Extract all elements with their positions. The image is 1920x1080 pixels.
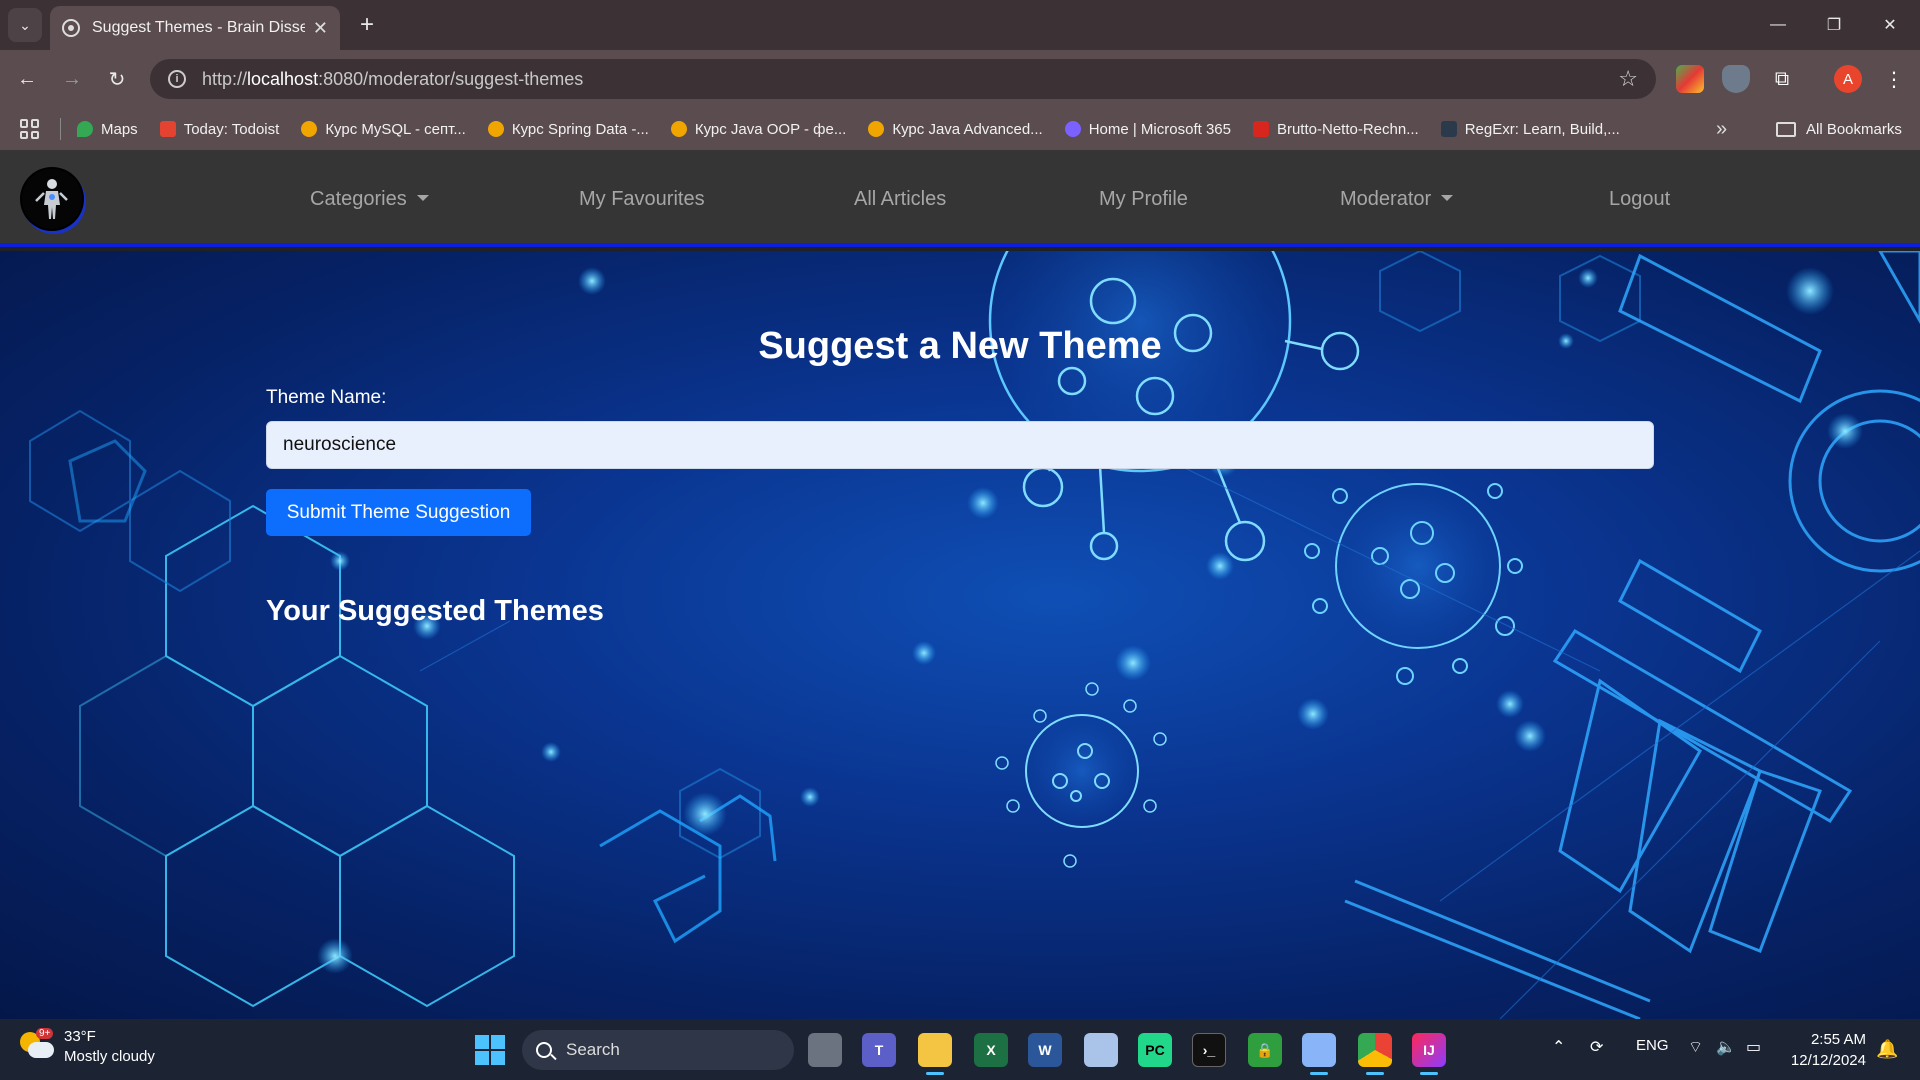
- site-info-icon[interactable]: i: [168, 70, 186, 88]
- url-scheme: http://: [202, 68, 248, 89]
- extensions-puzzle-icon[interactable]: ⧉: [1768, 65, 1796, 93]
- terminal-icon[interactable]: ›_: [1192, 1033, 1226, 1067]
- show-hidden-icons-chevron-icon[interactable]: ⌃: [1552, 1037, 1565, 1057]
- softuni-icon: [868, 121, 885, 137]
- system-clock[interactable]: 2:55 AM 12/12/2024: [1786, 1029, 1866, 1071]
- more-bookmarks-icon[interactable]: »: [1716, 118, 1727, 141]
- softuni-icon: [670, 121, 687, 137]
- wifi-icon[interactable]: ⌔: [1688, 1037, 1703, 1057]
- browser-menu-icon[interactable]: ⋮: [1880, 65, 1908, 93]
- extension-icon[interactable]: [1676, 65, 1704, 93]
- suggested-themes-heading: Your Suggested Themes: [266, 595, 604, 627]
- windows-taskbar: 9+ 33°F Mostly cloudy Search T X W PC ›_…: [0, 1019, 1920, 1080]
- task-view-icon[interactable]: [808, 1033, 842, 1067]
- reload-button[interactable]: ↻: [100, 62, 134, 96]
- bookmark-star-icon[interactable]: ☆: [1618, 66, 1638, 92]
- volume-icon[interactable]: 🔈: [1716, 1037, 1736, 1057]
- url-host: localhost: [247, 68, 319, 89]
- submit-theme-button[interactable]: Submit Theme Suggestion: [266, 489, 531, 536]
- bookmark-regexr[interactable]: RegExr: Learn, Build,...: [1440, 121, 1620, 138]
- close-window-button[interactable]: ✕: [1862, 0, 1918, 50]
- caret-down-icon: [1441, 195, 1454, 201]
- clock-date: 12/12/2024: [1790, 1052, 1866, 1069]
- nav-my-favourites[interactable]: My Favourites: [579, 188, 705, 211]
- browser-tab-bar: ⌄ Suggest Themes - Brain Dissect ✕ + — ❐…: [0, 0, 1920, 50]
- bookmark-brutto-netto[interactable]: Brutto-Netto-Rechn...: [1252, 121, 1419, 138]
- notepad-icon[interactable]: [1302, 1033, 1336, 1075]
- bookmark-microsoft-365[interactable]: Home | Microsoft 365: [1064, 121, 1231, 138]
- notification-bell-icon[interactable]: 🔔: [1876, 1039, 1898, 1060]
- sync-icon[interactable]: ⟳: [1590, 1037, 1603, 1057]
- excel-icon[interactable]: X: [974, 1033, 1008, 1067]
- page-title: Suggest a New Theme: [758, 325, 1162, 367]
- url-path: :8080/moderator/suggest-themes: [318, 68, 584, 89]
- folder-icon: [1776, 121, 1796, 137]
- restore-button[interactable]: ❐: [1806, 0, 1862, 50]
- brutto-netto-icon: [1252, 121, 1269, 137]
- caret-down-icon: [416, 195, 429, 201]
- apps-grid-icon[interactable]: [20, 119, 40, 139]
- tab-title: Suggest Themes - Brain Dissect: [92, 19, 305, 36]
- brain-figure-logo-icon: [22, 169, 82, 229]
- back-button[interactable]: ←: [10, 62, 44, 96]
- intellij-icon[interactable]: IJ: [1412, 1033, 1446, 1075]
- softuni-icon: [487, 121, 504, 137]
- file-explorer-icon[interactable]: [918, 1033, 952, 1075]
- all-bookmarks-button[interactable]: All Bookmarks: [1776, 121, 1902, 138]
- softuni-icon: [301, 121, 318, 137]
- theme-name-label: Theme Name:: [266, 387, 387, 408]
- site-logo[interactable]: [20, 167, 84, 231]
- battery-icon[interactable]: ▭: [1746, 1037, 1761, 1057]
- bookmark-maps[interactable]: Maps: [77, 121, 138, 138]
- theme-name-input[interactable]: [266, 421, 1654, 469]
- photos-icon[interactable]: [1084, 1033, 1118, 1067]
- tab-close-icon[interactable]: ✕: [313, 18, 328, 39]
- bookmarks-separator: [60, 118, 61, 140]
- regexr-icon: [1440, 121, 1457, 137]
- minimize-button[interactable]: —: [1750, 0, 1806, 50]
- bookmark-spring-data[interactable]: Курс Spring Data -...: [487, 121, 649, 138]
- todoist-icon: [159, 121, 176, 137]
- tab-search-button[interactable]: ⌄: [8, 8, 42, 42]
- teams-icon[interactable]: T: [862, 1033, 896, 1067]
- taskbar-search[interactable]: Search: [522, 1030, 794, 1070]
- browser-toolbar: ← → ↻ i http://localhost:8080/moderator/…: [0, 50, 1920, 108]
- lock-app-icon[interactable]: 🔒: [1248, 1033, 1282, 1067]
- new-tab-button[interactable]: +: [352, 10, 382, 40]
- site-navbar: Categories My Favourites All Articles My…: [0, 150, 1920, 247]
- browser-tab-active[interactable]: Suggest Themes - Brain Dissect ✕: [50, 6, 340, 50]
- profile-avatar[interactable]: A: [1834, 65, 1862, 93]
- maps-icon: [77, 121, 93, 137]
- bookmark-mysql[interactable]: Курс MySQL - септ...: [301, 121, 466, 138]
- weather-widget[interactable]: 9+ 33°F Mostly cloudy: [20, 1027, 155, 1067]
- weather-badge: 9+: [36, 1028, 54, 1039]
- nav-logout[interactable]: Logout: [1609, 188, 1670, 211]
- windows-start-icon[interactable]: [475, 1035, 505, 1065]
- forward-button[interactable]: →: [55, 62, 89, 96]
- site-favicon-icon: [62, 19, 80, 37]
- nav-moderator-dropdown[interactable]: Moderator: [1340, 188, 1454, 211]
- microsoft-365-icon: [1064, 121, 1081, 137]
- weather-temp: 33°F: [64, 1028, 96, 1045]
- bookmarks-bar: Maps Today: Todoist Курс MySQL - септ...…: [0, 108, 1920, 150]
- shield-extension-icon[interactable]: [1722, 65, 1750, 93]
- nav-categories-dropdown[interactable]: Categories: [310, 188, 429, 211]
- partly-cloudy-icon: 9+: [20, 1028, 54, 1062]
- pycharm-icon[interactable]: PC: [1138, 1033, 1172, 1067]
- chrome-icon[interactable]: [1358, 1033, 1392, 1075]
- word-icon[interactable]: W: [1028, 1033, 1062, 1067]
- bookmark-java-oop[interactable]: Курс Java OOP - фе...: [670, 121, 846, 138]
- bookmark-todoist[interactable]: Today: Todoist: [159, 121, 279, 138]
- search-icon: [536, 1042, 552, 1058]
- main-content: Suggest a New Theme Theme Name: Submit T…: [0, 251, 1920, 1019]
- language-indicator[interactable]: ENG: [1636, 1037, 1669, 1054]
- address-bar[interactable]: i http://localhost:8080/moderator/sugges…: [150, 59, 1656, 99]
- nav-my-profile[interactable]: My Profile: [1099, 188, 1188, 211]
- clock-time: 2:55 AM: [1810, 1031, 1866, 1048]
- bookmark-java-advanced[interactable]: Курс Java Advanced...: [868, 121, 1043, 138]
- nav-all-articles[interactable]: All Articles: [854, 188, 946, 211]
- weather-condition: Mostly cloudy: [64, 1048, 155, 1065]
